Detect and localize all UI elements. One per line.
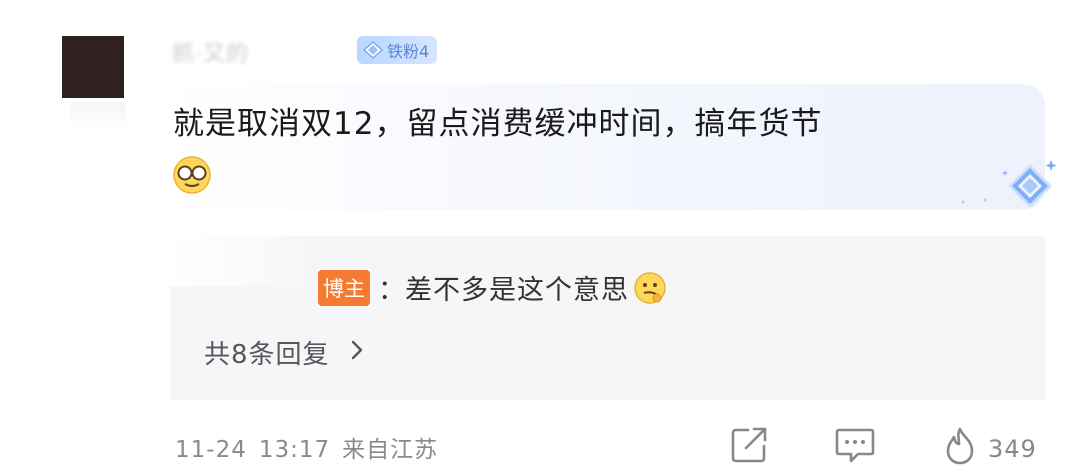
comment-time: 13:17	[258, 437, 331, 463]
reply-panel-fade	[170, 226, 320, 286]
username[interactable]: 抓·又的	[172, 36, 249, 68]
glasses-smile-emoji	[172, 155, 212, 195]
diamond-icon	[363, 41, 383, 59]
reply-text: 差不多是这个意思	[405, 275, 629, 306]
diamond-icon	[955, 158, 1065, 212]
thinking-emoji	[633, 271, 667, 305]
comment-text: 就是取消双12，留点消费缓冲时间，搞年货节	[173, 106, 823, 142]
reply-item[interactable]: 博主 ： 差不多是这个意思	[318, 268, 667, 307]
like-button[interactable]: 349	[942, 426, 1037, 472]
share-icon	[730, 426, 770, 470]
comment-date: 11-24	[175, 437, 247, 463]
comment-location: 来自江苏	[342, 437, 439, 463]
comment-button[interactable]	[834, 426, 876, 470]
fan-badge-label: 铁粉4	[387, 42, 430, 61]
like-count: 349	[988, 435, 1037, 463]
reply-separator: ：	[378, 275, 405, 306]
author-tag: 博主	[318, 269, 370, 306]
avatar[interactable]	[62, 36, 124, 98]
avatar-shadow	[70, 102, 126, 132]
fan-badge[interactable]: 铁粉4	[357, 36, 438, 64]
share-button[interactable]	[730, 426, 770, 470]
comment-icon	[834, 426, 876, 470]
reply-count-label: 共8条回复	[204, 340, 330, 370]
comment-meta: 11-24 13:17 来自江苏	[175, 430, 438, 464]
view-replies-link[interactable]: 共8条回复	[204, 334, 364, 371]
chevron-right-icon	[350, 338, 364, 368]
fire-icon	[942, 426, 978, 472]
